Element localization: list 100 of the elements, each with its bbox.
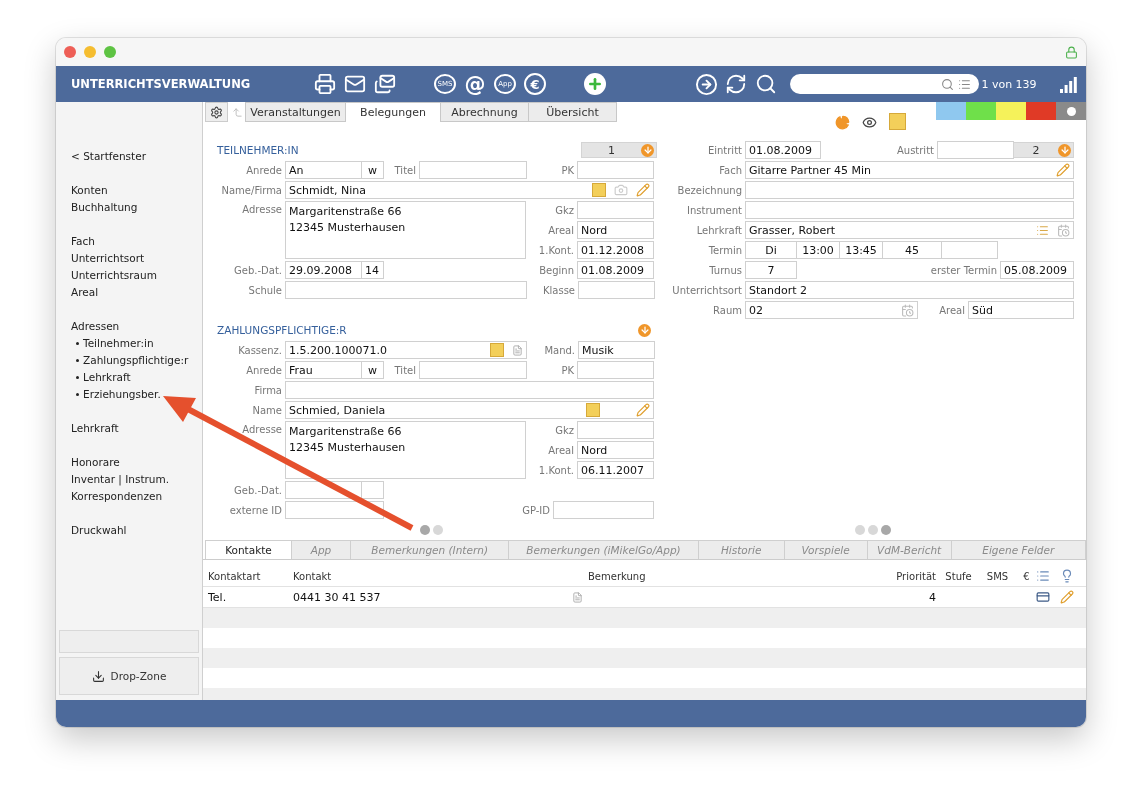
text-field[interactable]: Nord (577, 441, 654, 459)
text-field[interactable]: Standort 2 (745, 281, 1074, 299)
sidebar-item[interactable]: Korrespondenzen (71, 488, 163, 505)
text-field[interactable] (577, 161, 654, 179)
pencil-icon[interactable] (636, 403, 650, 417)
text-field[interactable] (419, 161, 527, 179)
text-field[interactable] (745, 181, 1074, 199)
page-dot[interactable] (868, 525, 878, 535)
color-swatch[interactable] (936, 102, 966, 120)
text-field[interactable]: 02 (745, 301, 918, 319)
text-field[interactable] (941, 241, 998, 259)
text-field[interactable]: Schmied, Daniela (285, 401, 654, 419)
text-field[interactable]: 05.08.2009 (1000, 261, 1074, 279)
text-field[interactable]: 1.5.200.100071.0 (285, 341, 527, 359)
sidebar-item[interactable]: Lehrkraft (71, 420, 119, 437)
page-dot[interactable] (855, 525, 865, 535)
text-field[interactable]: 01.08.2009 (577, 261, 654, 279)
text-field[interactable] (577, 421, 654, 439)
text-field[interactable]: Grasser, Robert (745, 221, 1074, 239)
text-field[interactable]: 06.11.2007 (577, 461, 654, 479)
text-field[interactable] (419, 361, 527, 379)
text-field[interactable]: 14 (361, 261, 384, 279)
color-swatch[interactable] (1056, 102, 1086, 120)
tab[interactable]: Veranstaltungen (245, 102, 346, 122)
text-field[interactable]: w (361, 361, 384, 379)
pencil-icon[interactable] (636, 183, 650, 197)
text-field[interactable]: 13:00 (796, 241, 840, 259)
sidebar-item[interactable]: < Startfenster (71, 148, 146, 165)
at-icon[interactable]: @ (463, 72, 487, 96)
text-field[interactable] (577, 361, 654, 379)
card-icon[interactable] (1036, 590, 1050, 604)
sidebar-item[interactable]: Areal (71, 284, 99, 301)
text-field[interactable] (577, 201, 654, 219)
eye-icon[interactable] (862, 115, 877, 130)
text-field[interactable]: 45 (882, 241, 942, 259)
text-field[interactable]: An (285, 161, 362, 179)
drop-zone-button[interactable]: Drop-Zone (59, 657, 199, 695)
sidebar-item[interactable]: Buchhaltung (71, 199, 138, 216)
refresh-icon[interactable] (724, 72, 748, 96)
document-icon[interactable] (512, 344, 523, 356)
minimize-button[interactable] (84, 46, 96, 58)
add-icon[interactable] (584, 73, 606, 95)
text-field[interactable]: Schmidt, Nina (285, 181, 654, 199)
sidebar-item[interactable]: Lehrkraft (83, 369, 131, 386)
search-field[interactable] (790, 74, 979, 94)
sidebar-item[interactable]: Unterrichtsraum (71, 267, 157, 284)
text-field[interactable] (285, 281, 527, 299)
pie-chart-icon[interactable] (835, 115, 850, 130)
document-icon[interactable] (572, 591, 583, 603)
text-field[interactable]: Di (745, 241, 797, 259)
text-field[interactable]: Gitarre Partner 45 Min (745, 161, 1074, 179)
page-dot[interactable] (881, 525, 891, 535)
text-field[interactable]: Frau (285, 361, 362, 379)
settings-icon[interactable] (205, 102, 228, 122)
list-icon[interactable] (1036, 223, 1049, 237)
tab[interactable]: Kontakte (205, 540, 292, 559)
list-icon[interactable] (1036, 569, 1050, 583)
sidebar-item[interactable]: Adressen (71, 318, 120, 335)
calendar-icon[interactable] (901, 303, 914, 317)
note-icon[interactable] (586, 403, 600, 417)
sidebar-item[interactable]: Unterrichtsort (71, 250, 145, 267)
page-dot[interactable] (433, 525, 443, 535)
text-field[interactable] (937, 141, 1014, 159)
text-field[interactable] (285, 381, 654, 399)
euro-icon[interactable]: € (524, 73, 546, 95)
text-field[interactable] (285, 501, 384, 519)
sidebar-item[interactable]: Fach (71, 233, 95, 250)
color-swatch[interactable] (966, 102, 996, 120)
expand-icon[interactable] (638, 323, 651, 337)
text-field[interactable]: 01.08.2009 (745, 141, 821, 159)
text-field[interactable]: 29.09.2008 (285, 261, 362, 279)
text-field[interactable] (745, 201, 1074, 219)
sidebar-item[interactable]: Druckwahl (71, 522, 127, 539)
page-dot[interactable] (420, 525, 430, 535)
pencil-icon[interactable] (1056, 163, 1070, 177)
color-swatch[interactable] (1026, 102, 1056, 120)
printer-icon[interactable] (313, 72, 337, 96)
sidebar-item[interactable]: Erziehungsber. (83, 386, 161, 403)
sidebar-item[interactable]: Honorare (71, 454, 120, 471)
text-field[interactable]: 01.12.2008 (577, 241, 654, 259)
tab[interactable]: Abrechnung (440, 102, 529, 122)
text-field[interactable]: w (361, 161, 384, 179)
zoom-button[interactable] (104, 46, 116, 58)
color-swatch[interactable] (996, 102, 1026, 120)
address-field[interactable]: Margaritenstraße 66 12345 Musterhausen (285, 421, 526, 479)
text-field[interactable] (361, 481, 384, 499)
tab[interactable]: Übersicht (528, 102, 617, 122)
pencil-icon[interactable] (1060, 590, 1074, 604)
text-field[interactable]: 7 (745, 261, 797, 279)
text-field[interactable] (578, 281, 655, 299)
expand-icon[interactable] (1058, 143, 1071, 157)
text-field[interactable]: Musik (578, 341, 655, 359)
close-button[interactable] (64, 46, 76, 58)
note-icon[interactable] (490, 343, 504, 357)
text-field[interactable]: 13:45 (839, 241, 883, 259)
text-field[interactable]: Süd (968, 301, 1074, 319)
calendar-icon[interactable] (1057, 223, 1070, 237)
note-icon[interactable] (592, 183, 606, 197)
camera-icon[interactable] (614, 183, 628, 197)
mails-icon[interactable] (373, 72, 397, 96)
